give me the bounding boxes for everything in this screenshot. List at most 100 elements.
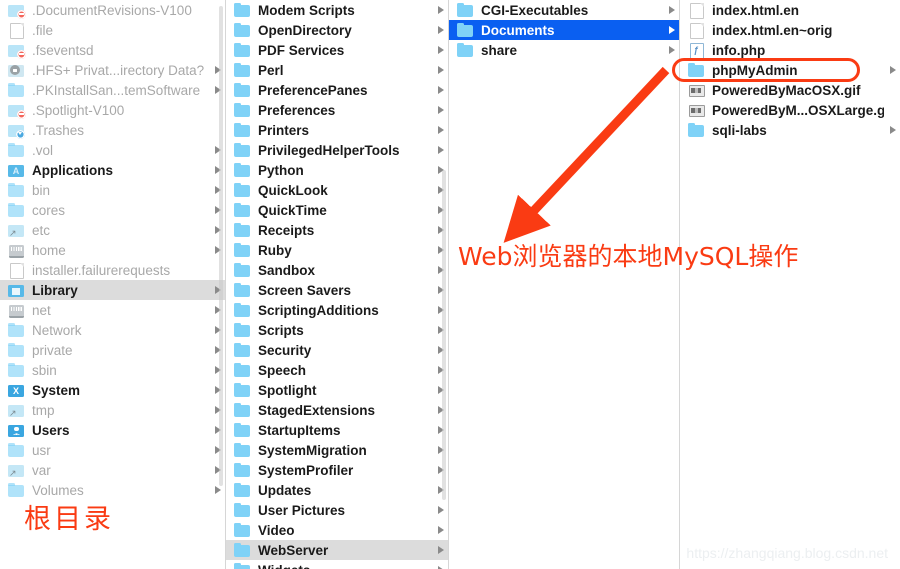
finder-row[interactable]: Speech <box>226 360 448 380</box>
finder-row[interactable]: phpMyAdmin <box>680 60 900 80</box>
finder-row[interactable]: .file <box>0 20 225 40</box>
finder-row[interactable]: Python <box>226 160 448 180</box>
finder-row[interactable]: etc <box>0 220 225 240</box>
finder-row[interactable]: Modem Scripts <box>226 0 448 20</box>
finder-row[interactable]: User Pictures <box>226 500 448 520</box>
finder-row[interactable]: installer.failurerequests <box>0 260 225 280</box>
folder-icon <box>457 3 474 18</box>
finder-row[interactable]: PrivilegedHelperTools <box>226 140 448 160</box>
finder-row[interactable]: Documents <box>449 20 679 40</box>
finder-row[interactable]: Receipts <box>226 220 448 240</box>
finder-row[interactable]: sqli-labs <box>680 120 900 140</box>
finder-row[interactable]: PreferencePanes <box>226 80 448 100</box>
finder-row-label: Spotlight <box>258 382 317 398</box>
finder-row[interactable]: PDF Services <box>226 40 448 60</box>
finder-row[interactable]: tmp <box>0 400 225 420</box>
finder-row[interactable]: CGI-Executables <box>449 0 679 20</box>
folder-alias-icon <box>8 463 25 478</box>
finder-row[interactable]: Screen Savers <box>226 280 448 300</box>
finder-row[interactable]: StagedExtensions <box>226 400 448 420</box>
finder-row[interactable]: Widgets <box>226 560 448 569</box>
finder-row-label: PoweredByMacOSX.gif <box>712 82 861 98</box>
finder-row-label: Users <box>32 422 70 438</box>
finder-row-label: Speech <box>258 362 307 378</box>
finder-row[interactable]: index.html.en <box>680 0 900 20</box>
finder-row-label: usr <box>32 442 51 458</box>
chevron-right-icon[interactable] <box>669 26 675 34</box>
finder-row[interactable]: Video <box>226 520 448 540</box>
finder-row[interactable]: .Trashes <box>0 120 225 140</box>
finder-row[interactable]: QuickLook <box>226 180 448 200</box>
finder-row[interactable]: System <box>0 380 225 400</box>
finder-row[interactable]: private <box>0 340 225 360</box>
finder-row[interactable]: .Spotlight-V100 <box>0 100 225 120</box>
document-icon <box>8 23 25 39</box>
finder-row[interactable]: var <box>0 460 225 480</box>
finder-row[interactable]: index.html.en~orig <box>680 20 900 40</box>
folder-icon <box>8 443 25 458</box>
folder-icon <box>234 183 251 198</box>
finder-row[interactable]: Scripts <box>226 320 448 340</box>
finder-row[interactable]: Sandbox <box>226 260 448 280</box>
finder-row[interactable]: usr <box>0 440 225 460</box>
finder-row[interactable]: QuickTime <box>226 200 448 220</box>
finder-row[interactable]: net <box>0 300 225 320</box>
column-documents-rows: index.html.en index.html.en~orig info.php p… <box>680 0 900 140</box>
finder-row[interactable]: cores <box>0 200 225 220</box>
chevron-right-icon[interactable] <box>890 66 896 74</box>
finder-column-documents[interactable]: index.html.en index.html.en~orig info.php p… <box>680 0 900 569</box>
finder-row-label: SystemMigration <box>258 442 367 458</box>
column-webserver-rows: CGI-Executables Documents share <box>449 0 679 60</box>
finder-row[interactable]: Perl <box>226 60 448 80</box>
finder-row[interactable]: .vol <box>0 140 225 160</box>
folder-icon <box>234 123 251 138</box>
finder-row[interactable]: StartupItems <box>226 420 448 440</box>
finder-row[interactable]: Preferences <box>226 100 448 120</box>
finder-row[interactable]: Ruby <box>226 240 448 260</box>
finder-row-label: Scripts <box>258 322 304 338</box>
finder-row[interactable]: Volumes <box>0 480 225 500</box>
folder-icon <box>457 23 474 38</box>
finder-row-label: Security <box>258 342 312 358</box>
folder-icon <box>234 303 251 318</box>
chevron-right-icon[interactable] <box>669 6 675 14</box>
finder-row[interactable]: Security <box>226 340 448 360</box>
scrollbar-library-column[interactable] <box>442 0 446 569</box>
scrollbar-root-column[interactable] <box>219 0 223 569</box>
folder-icon <box>688 63 705 78</box>
finder-row[interactable]: Spotlight <box>226 380 448 400</box>
finder-row-label: Documents <box>481 22 555 38</box>
finder-row[interactable]: SystemProfiler <box>226 460 448 480</box>
finder-row[interactable]: info.php <box>680 40 900 60</box>
column-root-rows: .DocumentRevisions-V100 .file .fseventsd .H… <box>0 0 225 500</box>
chevron-right-icon[interactable] <box>669 46 675 54</box>
chevron-right-icon[interactable] <box>890 126 896 134</box>
finder-row[interactable]: OpenDirectory <box>226 20 448 40</box>
finder-row[interactable]: Network <box>0 320 225 340</box>
finder-row[interactable]: bin <box>0 180 225 200</box>
finder-column-root[interactable]: .DocumentRevisions-V100 .file .fseventsd .H… <box>0 0 226 569</box>
finder-row[interactable]: PoweredByMacOSX.gif <box>680 80 900 100</box>
finder-row[interactable]: WebServer <box>226 540 448 560</box>
finder-row[interactable]: Applications <box>0 160 225 180</box>
document-icon <box>688 23 705 39</box>
finder-row[interactable]: Library <box>0 280 225 300</box>
folder-users-icon <box>8 423 25 438</box>
finder-row[interactable]: home <box>0 240 225 260</box>
finder-row[interactable]: Users <box>0 420 225 440</box>
finder-row[interactable]: SystemMigration <box>226 440 448 460</box>
finder-row[interactable]: ScriptingAdditions <box>226 300 448 320</box>
finder-row[interactable]: .fseventsd <box>0 40 225 60</box>
finder-row[interactable]: Updates <box>226 480 448 500</box>
finder-row[interactable]: share <box>449 40 679 60</box>
finder-row[interactable]: PoweredByM...OSXLarge.gif <box>680 100 900 120</box>
finder-row[interactable]: .HFS+ Privat...irectory Data? <box>0 60 225 80</box>
finder-row[interactable]: .DocumentRevisions-V100 <box>0 0 225 20</box>
finder-row-label: info.php <box>712 42 766 58</box>
finder-column-webserver[interactable]: CGI-Executables Documents share <box>449 0 680 569</box>
finder-row[interactable]: .PKInstallSan...temSoftware <box>0 80 225 100</box>
folder-icon <box>8 323 25 338</box>
finder-row[interactable]: sbin <box>0 360 225 380</box>
finder-column-library[interactable]: Modem Scripts OpenDirectory PDF Services Pe… <box>226 0 449 569</box>
finder-row[interactable]: Printers <box>226 120 448 140</box>
